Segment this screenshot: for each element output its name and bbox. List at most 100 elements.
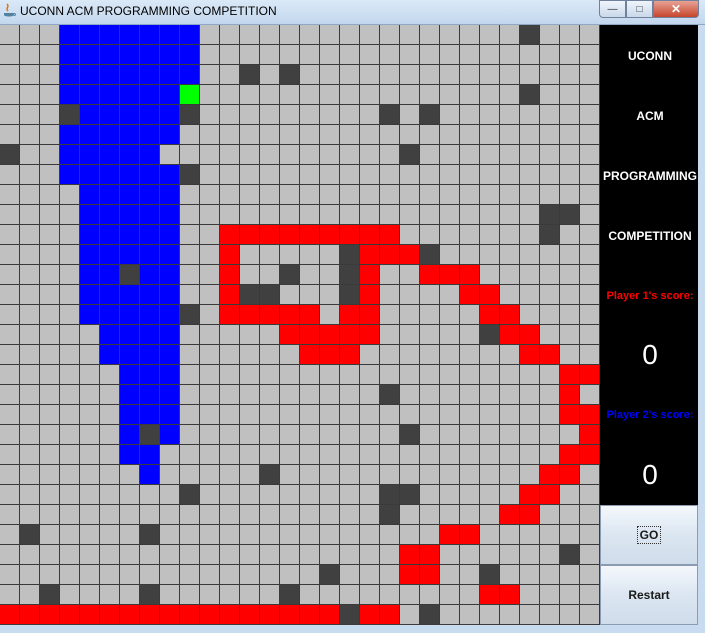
minimize-button[interactable]: — — [599, 0, 626, 18]
empty-cell — [300, 245, 320, 265]
empty-cell — [400, 305, 420, 325]
empty-cell — [340, 65, 360, 85]
empty-cell — [200, 285, 220, 305]
empty-cell — [220, 525, 240, 545]
empty-cell — [540, 505, 560, 525]
empty-cell — [120, 485, 140, 505]
empty-cell — [180, 245, 200, 265]
restart-button[interactable]: Restart — [600, 565, 698, 625]
empty-cell — [480, 425, 500, 445]
close-button[interactable]: ✕ — [653, 0, 699, 18]
blue-trail-cell — [100, 165, 120, 185]
wall-cell — [260, 465, 280, 485]
empty-cell — [540, 45, 560, 65]
wall-cell — [60, 105, 80, 125]
window-frame-bottom — [0, 625, 705, 633]
red-trail-cell — [480, 585, 500, 605]
empty-cell — [440, 545, 460, 565]
empty-cell — [420, 25, 440, 45]
empty-cell — [420, 425, 440, 445]
empty-cell — [300, 525, 320, 545]
empty-cell — [180, 405, 200, 425]
empty-cell — [320, 85, 340, 105]
empty-cell — [360, 205, 380, 225]
empty-cell — [20, 85, 40, 105]
empty-cell — [420, 85, 440, 105]
empty-cell — [300, 65, 320, 85]
empty-cell — [140, 545, 160, 565]
empty-cell — [200, 225, 220, 245]
red-trail-cell — [200, 605, 220, 625]
empty-cell — [480, 125, 500, 145]
empty-cell — [480, 525, 500, 545]
red-trail-cell — [360, 305, 380, 325]
maximize-button[interactable]: □ — [626, 0, 653, 18]
empty-cell — [180, 285, 200, 305]
empty-cell — [60, 545, 80, 565]
empty-cell — [180, 265, 200, 285]
empty-cell — [540, 385, 560, 405]
empty-cell — [360, 105, 380, 125]
empty-cell — [240, 405, 260, 425]
empty-cell — [340, 45, 360, 65]
player2-score-value: 0 — [642, 459, 658, 490]
empty-cell — [40, 505, 60, 525]
empty-cell — [500, 65, 520, 85]
blue-trail-cell — [100, 25, 120, 45]
empty-cell — [520, 105, 540, 125]
empty-cell — [0, 285, 20, 305]
empty-cell — [520, 65, 540, 85]
empty-cell — [220, 545, 240, 565]
empty-cell — [380, 525, 400, 545]
red-trail-cell — [500, 505, 520, 525]
empty-cell — [300, 105, 320, 125]
empty-cell — [220, 185, 240, 205]
empty-cell — [360, 545, 380, 565]
empty-cell — [520, 285, 540, 305]
empty-cell — [60, 245, 80, 265]
empty-cell — [200, 365, 220, 385]
empty-cell — [0, 265, 20, 285]
empty-cell — [260, 105, 280, 125]
empty-cell — [380, 285, 400, 305]
red-trail-cell — [260, 225, 280, 245]
red-trail-cell — [0, 605, 20, 625]
empty-cell — [200, 65, 220, 85]
empty-cell — [460, 545, 480, 565]
empty-cell — [520, 305, 540, 325]
red-trail-cell — [220, 285, 240, 305]
blue-trail-cell — [100, 185, 120, 205]
red-trail-cell — [280, 225, 300, 245]
blue-trail-cell — [120, 285, 140, 305]
empty-cell — [560, 225, 580, 245]
empty-cell — [300, 285, 320, 305]
red-trail-cell — [420, 545, 440, 565]
empty-cell — [340, 485, 360, 505]
empty-cell — [580, 105, 600, 125]
empty-cell — [460, 565, 480, 585]
empty-cell — [320, 205, 340, 225]
empty-cell — [400, 525, 420, 545]
empty-cell — [440, 445, 460, 465]
empty-cell — [60, 405, 80, 425]
blue-trail-cell — [160, 125, 180, 145]
empty-cell — [540, 585, 560, 605]
empty-cell — [400, 165, 420, 185]
go-button[interactable]: GO — [600, 505, 698, 565]
empty-cell — [280, 425, 300, 445]
empty-cell — [40, 345, 60, 365]
empty-cell — [40, 525, 60, 545]
empty-cell — [420, 525, 440, 545]
wall-cell — [560, 545, 580, 565]
blue-trail-cell — [160, 105, 180, 125]
empty-cell — [440, 145, 460, 165]
empty-cell — [260, 85, 280, 105]
empty-cell — [520, 525, 540, 545]
empty-cell — [0, 305, 20, 325]
empty-cell — [540, 85, 560, 105]
red-trail-cell — [520, 325, 540, 345]
empty-cell — [260, 45, 280, 65]
empty-cell — [520, 365, 540, 385]
blue-trail-cell — [180, 65, 200, 85]
red-trail-cell — [520, 485, 540, 505]
